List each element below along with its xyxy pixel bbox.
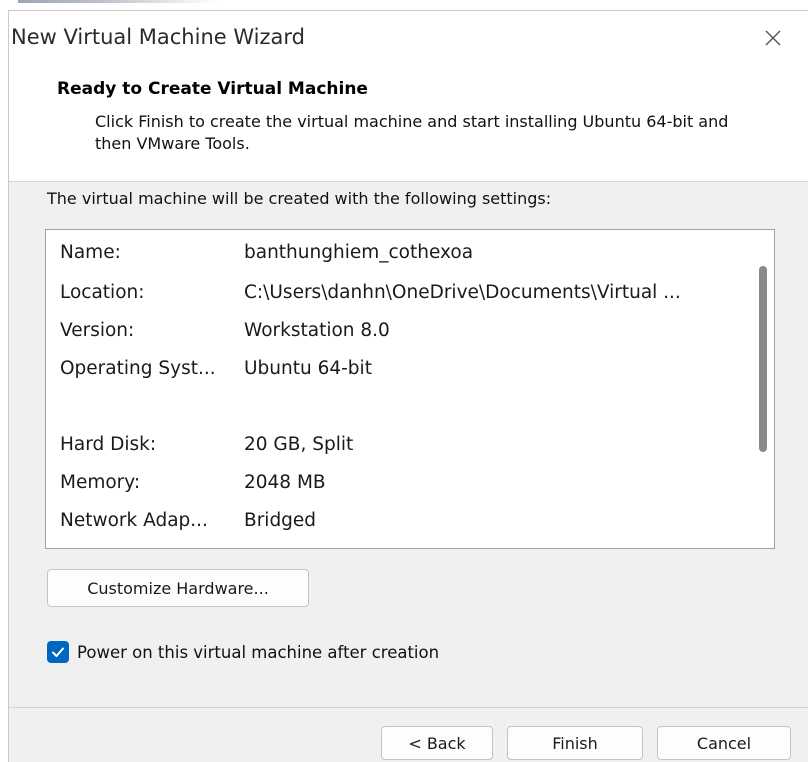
setting-value: banthunghiem_cothexoa <box>244 242 474 263</box>
checkmark-icon <box>52 647 64 657</box>
back-button[interactable]: < Back <box>381 726 493 760</box>
setting-key: Network Adap... <box>60 510 208 531</box>
settings-summary-list[interactable]: Name: banthunghiem_cothexoa Location: C:… <box>45 229 775 549</box>
settings-label: The virtual machine will be created with… <box>47 189 552 208</box>
setting-value: Ubuntu 64-bit <box>244 358 372 379</box>
scrollbar-thumb[interactable] <box>759 266 767 452</box>
setting-key: Name: <box>60 242 121 263</box>
close-button[interactable] <box>758 23 788 53</box>
close-icon <box>765 30 781 46</box>
power-on-label[interactable]: Power on this virtual machine after crea… <box>77 643 439 662</box>
finish-button[interactable]: Finish <box>507 726 643 760</box>
cancel-button[interactable]: Cancel <box>657 726 791 760</box>
header-title: Ready to Create Virtual Machine <box>57 79 368 99</box>
background-strip <box>0 0 808 10</box>
background-accent <box>18 0 218 3</box>
header-description: Click Finish to create the virtual machi… <box>95 112 729 153</box>
power-on-checkbox[interactable] <box>47 641 69 663</box>
customize-hardware-button[interactable]: Customize Hardware... <box>47 569 309 607</box>
setting-key: Version: <box>60 320 135 341</box>
vertical-scrollbar[interactable] <box>752 230 774 548</box>
setting-key: Operating Syst... <box>60 358 216 379</box>
wizard-header: Ready to Create Virtual Machine Click Fi… <box>9 67 808 182</box>
setting-value: Bridged <box>244 510 317 531</box>
setting-value: 2048 MB <box>244 472 326 493</box>
title-bar: New Virtual Machine Wizard <box>9 11 808 67</box>
window-title: New Virtual Machine Wizard <box>11 25 305 49</box>
power-on-option: Power on this virtual machine after crea… <box>47 639 439 665</box>
setting-key: Location: <box>60 282 145 303</box>
wizard-window: New Virtual Machine Wizard Ready to Crea… <box>8 10 808 762</box>
setting-value: C:\Users\danhn\OneDrive\Documents\Virtua… <box>244 282 681 303</box>
setting-key: Hard Disk: <box>60 434 157 455</box>
footer-divider <box>9 707 808 708</box>
setting-value: Workstation 8.0 <box>244 320 390 341</box>
setting-key: Memory: <box>60 472 141 493</box>
setting-value: 20 GB, Split <box>244 434 354 455</box>
